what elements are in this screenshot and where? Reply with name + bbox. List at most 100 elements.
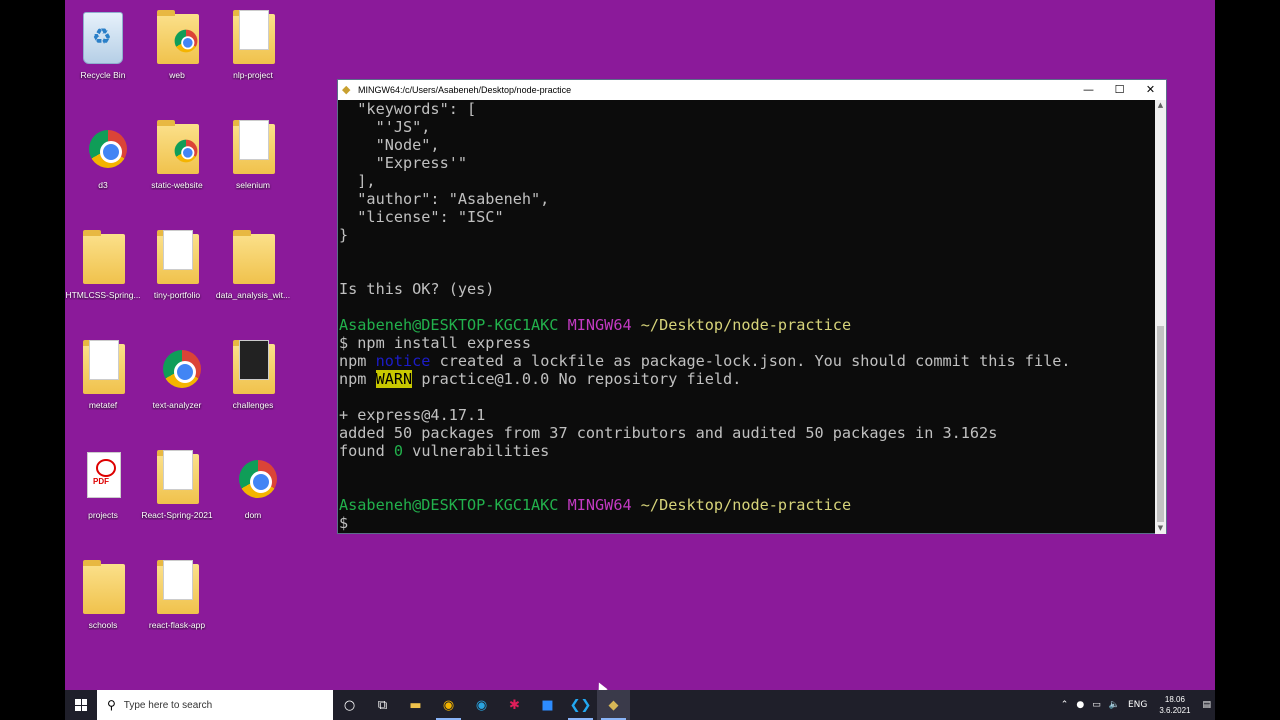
terminal-line: "'JS", (339, 118, 431, 136)
desktop-icon-d3[interactable]: d3 (65, 110, 141, 210)
desktop-icon-htmlcss[interactable]: HTMLCSS-Spring... (65, 220, 141, 320)
maximize-button[interactable]: ☐ (1104, 80, 1135, 100)
desktop-icon-label: nlp-project (233, 70, 273, 80)
desktop-icon-selenium[interactable]: selenium (215, 110, 291, 210)
keyboard-language[interactable]: ENG (1124, 700, 1151, 710)
recycle-bin-icon (83, 12, 123, 64)
desktop-icon-projects[interactable]: projects (65, 440, 141, 540)
desktop-icon-label: challenges (232, 400, 274, 410)
desktop-icon-react-flask-app[interactable]: react-flask-app (139, 550, 215, 650)
terminal-window[interactable]: ◆ MINGW64:/c/Users/Asabeneh/Desktop/node… (337, 79, 1167, 534)
desktop-icon-data-analysis[interactable]: data_analysis_wit... (215, 220, 291, 320)
taskbar-vscode[interactable]: ❮❯ (564, 690, 597, 720)
prompt-env: MINGW64 (567, 496, 632, 514)
input-line[interactable]: $ (339, 514, 1156, 532)
prompt-path: ~/Desktop/node-practice (640, 496, 852, 514)
vulnerability-count: 0 (393, 442, 404, 460)
notice-tag: notice (375, 352, 431, 370)
taskbar-chrome[interactable]: ◉ (432, 690, 465, 720)
folder-icon (233, 230, 275, 284)
desktop-icon-label: tiny-portfolio (153, 290, 201, 300)
desktop-icon-label: dom (244, 510, 262, 520)
prompt-user: Asabeneh@DESKTOP-KGC1AKC (339, 496, 559, 514)
warn-tag: WARN (375, 370, 413, 388)
desktop-icon-recycle-bin[interactable]: Recycle Bin (65, 0, 141, 100)
desktop-icon-nlp-project[interactable]: nlp-project (215, 0, 291, 100)
cortana-button[interactable]: ○ (333, 690, 366, 720)
slack-icon: ✱ (509, 697, 520, 713)
chevron-up-icon[interactable]: ⌃ (1057, 700, 1073, 710)
desktop-icon-web[interactable]: web (139, 0, 215, 100)
chrome-icon (163, 350, 201, 388)
notifications-icon[interactable]: ▤ (1198, 700, 1215, 710)
desktop-icon-tiny-portfolio[interactable]: tiny-portfolio (139, 220, 215, 320)
scroll-up-icon[interactable]: ▲ (1155, 100, 1166, 111)
taskbar-telegram[interactable]: ◉ (465, 690, 498, 720)
document-icon (163, 450, 193, 490)
git-bash-icon: ◆ (342, 83, 351, 96)
document-icon (163, 560, 193, 600)
warn-message: practice@1.0.0 No repository field. (412, 370, 742, 388)
desktop-icon-label: metatef (88, 400, 118, 410)
desktop-icon-label: selenium (235, 180, 271, 190)
chrome-icon (239, 460, 277, 498)
desktop-icon-label: static-website (151, 180, 203, 190)
terminal-line: ], (339, 172, 376, 190)
npm-label: npm (339, 370, 367, 388)
warn-line: npm WARN practice@1.0.0 No repository fi… (339, 370, 1156, 388)
window-titlebar[interactable]: ◆ MINGW64:/c/Users/Asabeneh/Desktop/node… (338, 80, 1166, 100)
git-bash-icon: ◆ (608, 697, 619, 713)
windows-logo-icon (75, 699, 87, 711)
pdf-icon (87, 452, 121, 498)
minimize-button[interactable]: — (1073, 80, 1104, 100)
terminal-line: added 50 packages from 37 contributors a… (339, 424, 998, 442)
npm-label: npm (339, 352, 367, 370)
volume-icon[interactable]: 🔈 (1105, 700, 1124, 710)
terminal-output[interactable]: "keywords": [ "'JS", "Node", "Express'" … (338, 100, 1156, 534)
microphone-icon[interactable]: ● (1072, 700, 1088, 710)
start-button[interactable] (65, 690, 97, 720)
terminal-line: "author": "Asabeneh", (339, 190, 550, 208)
task-view-button[interactable]: ⧉ (366, 690, 399, 720)
scroll-down-icon[interactable]: ▼ (1155, 523, 1166, 534)
prompt-path: ~/Desktop/node-practice (640, 316, 852, 334)
taskbar-git-bash[interactable]: ◆ (597, 690, 630, 720)
scrollbar-thumb[interactable] (1157, 326, 1164, 522)
chrome-icon (89, 130, 127, 168)
terminal-line: "Express'" (339, 154, 468, 172)
prompt-user: Asabeneh@DESKTOP-KGC1AKC (339, 316, 559, 334)
taskbar-zoom[interactable]: ■ (531, 690, 564, 720)
desktop-icon-react-spring[interactable]: React-Spring-2021 (139, 440, 215, 540)
clock-time: 18.06 (1164, 695, 1185, 704)
left-letterbox (0, 0, 65, 720)
terminal-scrollbar[interactable]: ▲ ▼ (1155, 100, 1166, 534)
taskbar-search-box[interactable]: ⚲ Type here to search (97, 690, 333, 720)
document-icon (239, 340, 269, 380)
chrome-icon (174, 139, 198, 163)
desktop-icon-text-analyzer[interactable]: text-analyzer (139, 330, 215, 430)
folder-icon (83, 560, 125, 614)
terminal-line: Is this OK? (yes) (339, 280, 495, 298)
desktop-icon-metatef[interactable]: metatef (65, 330, 141, 430)
desktop-icon-label: react-flask-app (148, 620, 206, 630)
taskbar-file-explorer[interactable]: ▬ (399, 690, 432, 720)
desktop-icon-static-website[interactable]: static-website (139, 110, 215, 210)
prompt-line: Asabeneh@DESKTOP-KGC1AKC MINGW64 ~/Deskt… (339, 496, 1156, 514)
terminal-line: "license": "ISC" (339, 208, 504, 226)
taskbar: ⚲ Type here to search ○ ⧉ ▬ ◉ ◉ ✱ ■ ❮❯ ◆… (65, 690, 1215, 720)
network-icon[interactable]: ▭ (1088, 700, 1105, 710)
clock[interactable]: 18.06 3.6.2021 (1151, 694, 1198, 716)
desktop-icon-schools[interactable]: schools (65, 550, 141, 650)
zoom-icon: ■ (541, 697, 554, 713)
found-prefix: found (339, 442, 394, 460)
desktop-icon-label: text-analyzer (152, 400, 202, 410)
taskbar-slack[interactable]: ✱ (498, 690, 531, 720)
terminal-line: "Node", (339, 136, 440, 154)
system-tray: ⌃ ● ▭ 🔈 ENG 18.06 3.6.2021 ▤ (1057, 690, 1215, 720)
right-letterbox (1215, 0, 1280, 720)
desktop-icon-label: React-Spring-2021 (141, 510, 213, 520)
found-suffix: vulnerabilities (403, 442, 550, 460)
close-button[interactable]: ✕ (1135, 80, 1166, 100)
desktop-icon-challenges[interactable]: challenges (215, 330, 291, 430)
desktop-icon-dom[interactable]: dom (215, 440, 291, 540)
